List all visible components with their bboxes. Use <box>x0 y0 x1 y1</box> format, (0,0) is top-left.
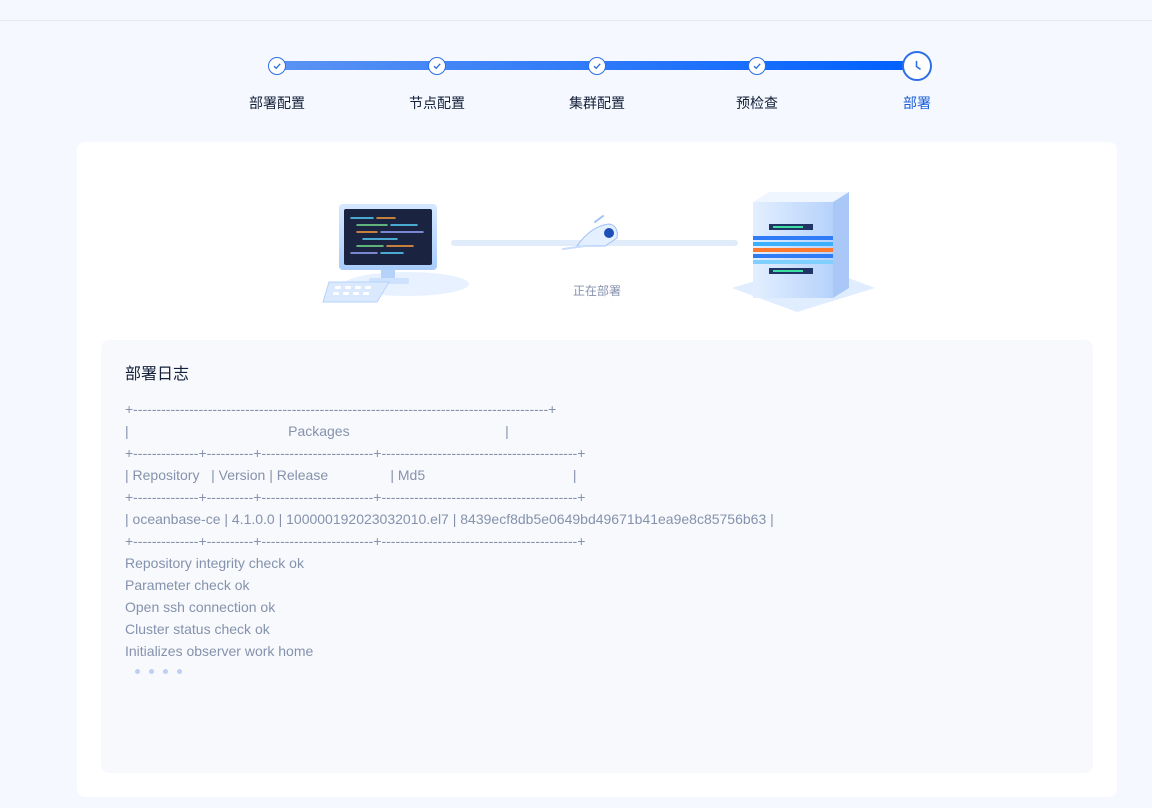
step-1-check-icon <box>268 57 286 75</box>
log-line: | oceanbase-ce | 4.1.0.0 | 1000001920230… <box>125 511 774 527</box>
loading-dot <box>163 669 168 674</box>
step-label-deploy-config[interactable]: 部署配置 <box>249 93 305 113</box>
loading-dot <box>177 669 182 674</box>
log-line: +--------------+----------+-------------… <box>125 489 586 505</box>
deploy-illustration-svg <box>322 192 875 312</box>
loading-dot <box>135 669 140 674</box>
step-label-precheck[interactable]: 预检查 <box>736 93 778 113</box>
log-line: | Repository | Version | Release | Md5 | <box>125 467 577 483</box>
log-title: 部署日志 <box>125 366 190 383</box>
step-label-cluster-config[interactable]: 集群配置 <box>569 93 625 113</box>
computer-icon <box>322 204 469 303</box>
server-icon <box>732 192 875 312</box>
loading-dot <box>149 669 154 674</box>
step-5-clock-icon <box>902 51 932 81</box>
step-label-node-config[interactable]: 节点配置 <box>409 93 465 113</box>
log-line: | Packages | <box>125 423 509 439</box>
log-line: Repository integrity check ok <box>125 555 304 571</box>
step-3-check-icon <box>588 57 606 75</box>
deploy-stepper: 部署配置 节点配置 集群配置 预检查 部署 <box>0 0 1152 120</box>
loading-indicator <box>135 669 182 674</box>
deploy-log-panel: 部署日志 +----------------------------------… <box>101 340 1093 773</box>
log-line: +--------------+----------+-------------… <box>125 533 586 549</box>
deploy-status-text: 正在部署 <box>572 284 622 298</box>
log-line: +---------------------------------------… <box>125 401 557 417</box>
log-line: Parameter check ok <box>125 577 250 593</box>
step-label-deploy: 部署 <box>903 95 931 111</box>
step-4-check-icon <box>748 57 766 75</box>
step-2-check-icon <box>428 57 446 75</box>
deploy-card: 正在部署 部署日志 +-----------------------------… <box>77 142 1117 797</box>
log-output: +---------------------------------------… <box>125 398 774 662</box>
deploy-illustration: 正在部署 <box>77 142 1117 332</box>
log-line: Open ssh connection ok <box>125 599 276 615</box>
log-line: +--------------+----------+-------------… <box>125 445 586 461</box>
log-line: Cluster status check ok <box>125 621 270 637</box>
log-line: Initializes observer work home <box>125 643 314 659</box>
